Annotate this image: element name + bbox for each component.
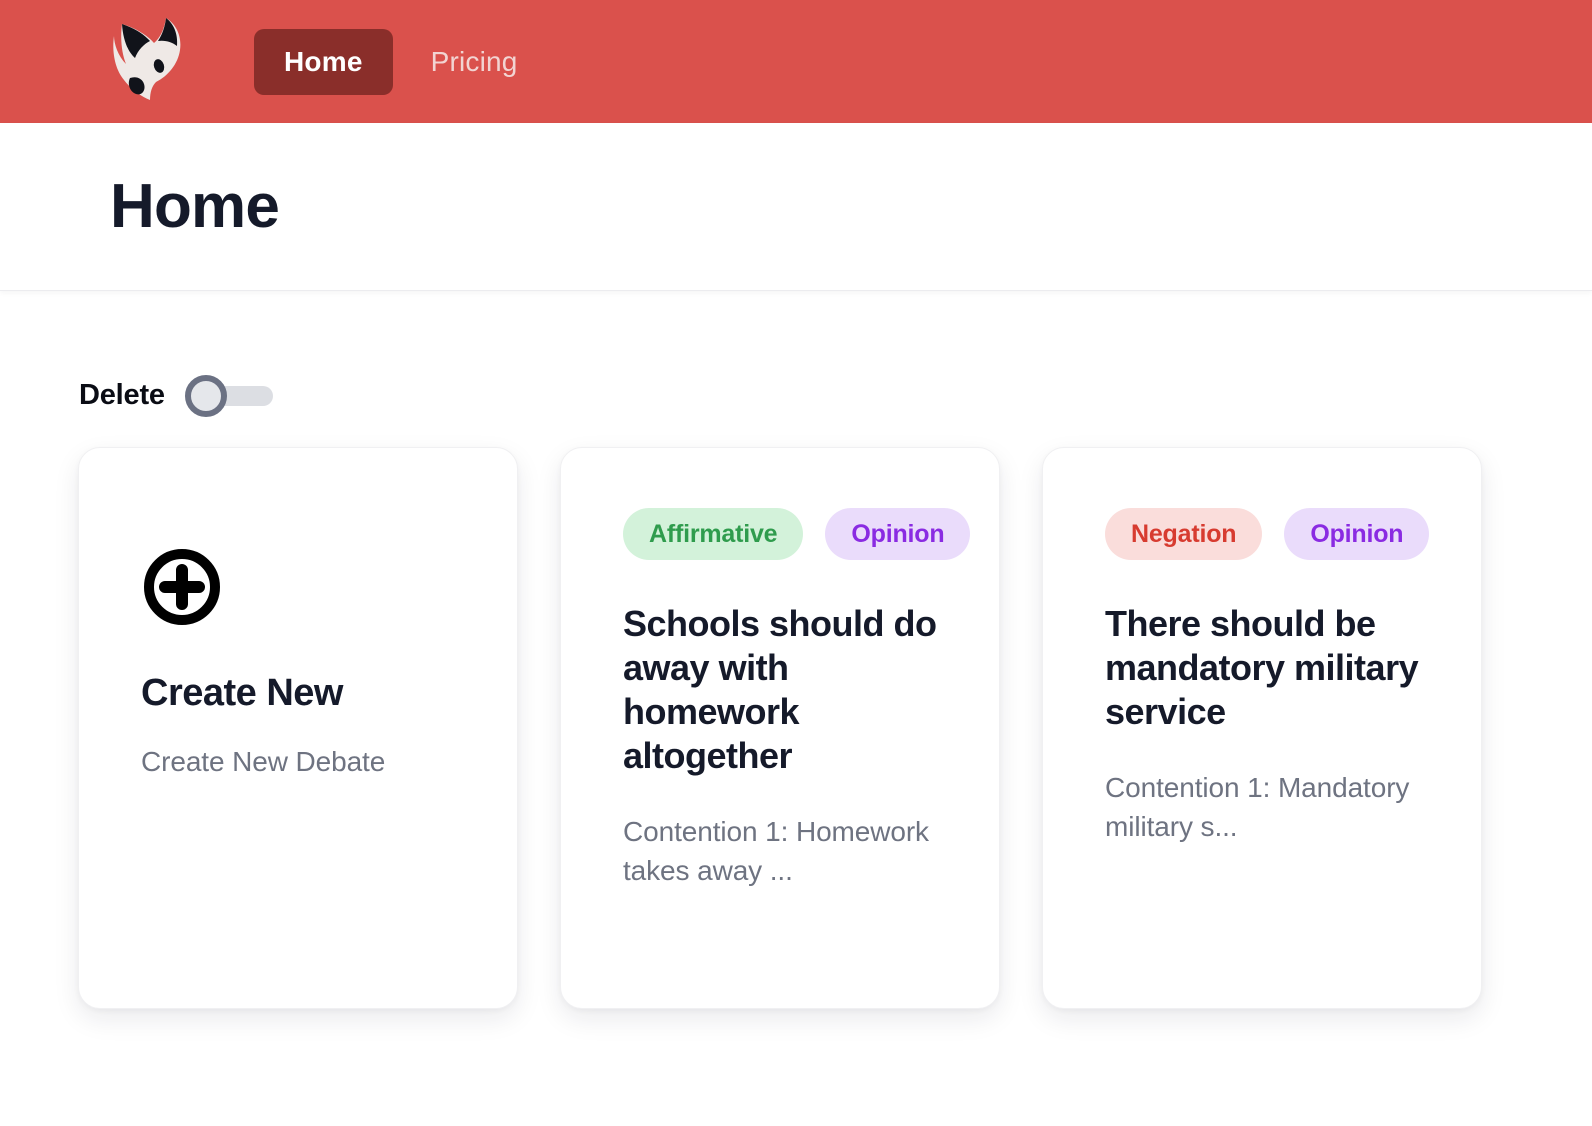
debate-card-heading: Schools should do away with homework alt… (623, 603, 937, 776)
nav-link-home[interactable]: Home (254, 28, 393, 95)
debate-card-badges: Negation Opinion (1105, 508, 1430, 560)
debate-card-snippet: Contention 1: Mandatory military s... (1105, 771, 1410, 843)
nav-links: Home Pricing (254, 28, 548, 95)
create-card-heading: Create New (141, 672, 343, 714)
badge-negation[interactable]: Negation (1105, 508, 1263, 560)
debate-card-badges: Affirmative Opinion (623, 508, 971, 560)
debate-card[interactable]: Affirmative Opinion Schools should do aw… (560, 447, 1000, 1009)
debate-card[interactable]: Negation Opinion There should be mandato… (1042, 447, 1482, 1009)
nav-link-pricing[interactable]: Pricing (401, 29, 548, 95)
delete-toggle-label: Delete (79, 378, 165, 411)
page-title: Home (110, 171, 280, 241)
page-title-band: Home (0, 123, 1592, 291)
badge-opinion[interactable]: Opinion (825, 508, 971, 560)
badge-opinion[interactable]: Opinion (1284, 508, 1430, 560)
debate-card-snippet: Contention 1: Homework takes away ... (623, 815, 929, 887)
create-card-subtitle: Create New Debate (141, 746, 386, 778)
main-content: Delete Create New Create New Debate Affi… (0, 291, 1592, 1009)
badge-affirmative[interactable]: Affirmative (623, 508, 804, 560)
toggle-knob (184, 375, 227, 417)
create-new-card[interactable]: Create New Create New Debate (78, 447, 518, 1009)
delete-toggle-row: Delete (0, 291, 1592, 417)
top-navigation-bar: Home Pricing (0, 0, 1592, 123)
debate-card-heading: There should be mandatory military servi… (1105, 603, 1419, 732)
debate-card-grid: Create New Create New Debate Affirmative… (0, 415, 1592, 1009)
plus-circle-icon (144, 549, 220, 625)
wolf-head-logo[interactable] (108, 16, 190, 108)
delete-toggle-switch[interactable] (184, 375, 273, 417)
